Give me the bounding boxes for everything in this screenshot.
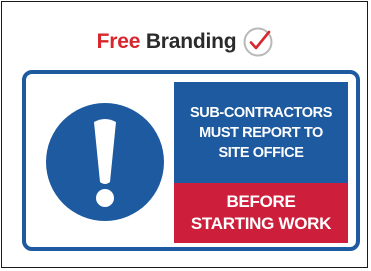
instruction-line-1: SUB-CONTRACTORS [190, 104, 332, 121]
safety-sign: SUB-CONTRACTORS MUST REPORT TO SITE OFFI… [22, 70, 360, 251]
sign-instruction-panel: SUB-CONTRACTORS MUST REPORT TO SITE OFFI… [174, 82, 348, 183]
warning-line-1: BEFORE [226, 192, 296, 211]
warning-line-2: STARTING WORK [190, 214, 332, 233]
instruction-line-3: SITE OFFICE [218, 144, 304, 161]
product-image-frame: Free Branding SUB-CONTRACTORS MUST REPOR… [1, 1, 368, 268]
instruction-line-2: MUST REPORT TO [199, 124, 323, 141]
free-branding-heading: Free Branding [97, 30, 237, 54]
free-branding-banner: Free Branding [2, 24, 369, 60]
sign-warning-panel: BEFORE STARTING WORK [174, 183, 348, 243]
free-label: Free [96, 30, 141, 53]
exclamation-circle-icon [45, 102, 165, 222]
branding-label: Branding [145, 30, 237, 53]
checkmark-circle-icon [242, 26, 274, 58]
